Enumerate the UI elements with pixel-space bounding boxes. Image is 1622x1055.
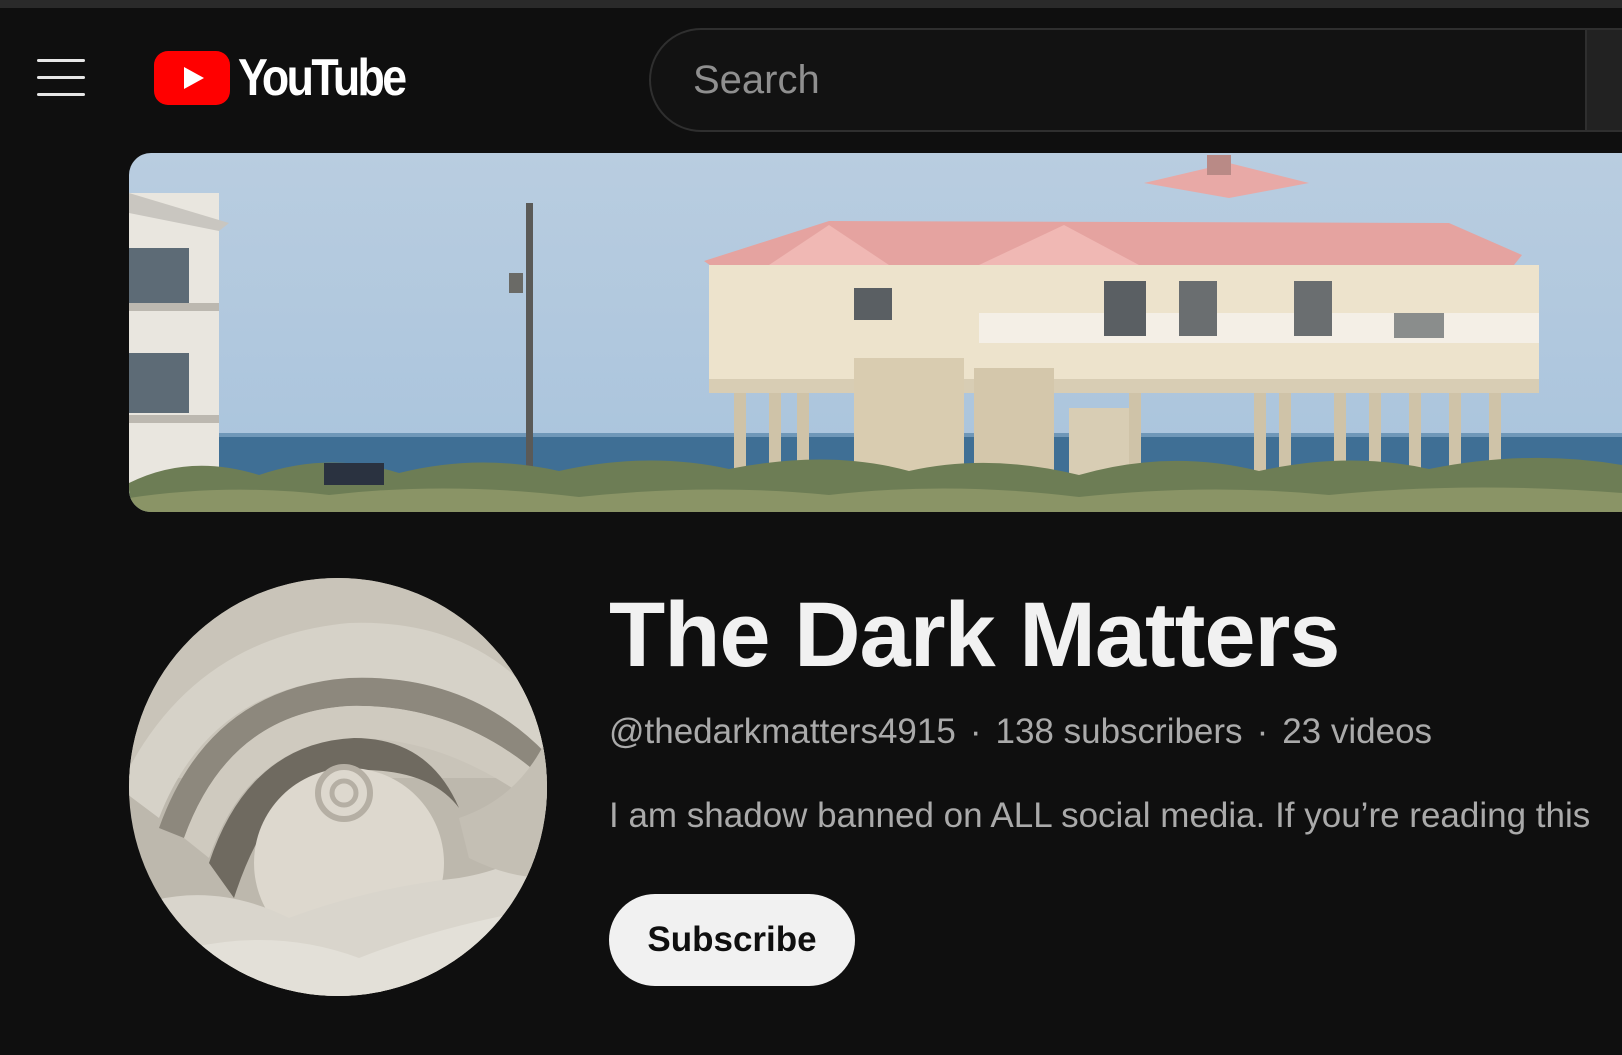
channel-description[interactable]: I am shadow banned on ALL social media. … [609,796,1622,836]
logo-text: YouTube [238,49,407,107]
subscriber-count: 138 subscribers [995,712,1243,751]
youtube-logo[interactable]: YouTube [154,50,432,106]
channel-handle[interactable]: @thedarkmatters4915 [609,712,956,752]
channel-avatar[interactable] [129,578,547,996]
search-input[interactable] [693,30,1513,130]
menu-button[interactable] [30,50,92,106]
search-button[interactable] [1585,28,1622,132]
banner-image [129,153,1622,512]
window-top-strip [0,0,1622,8]
channel-name: The Dark Matters [609,584,1340,686]
meta-separator: · [1256,712,1269,751]
channel-banner[interactable] [129,153,1622,512]
channel-meta: @thedarkmatters4915 · 138 subscribers · … [609,712,1432,752]
hamburger-menu-icon [37,59,85,62]
youtube-play-icon [154,51,230,105]
meta-separator: · [969,712,982,751]
video-count: 23 videos [1282,712,1433,751]
subscribe-button[interactable]: Subscribe [609,894,855,986]
search-box [649,28,1585,132]
avatar-image [129,578,547,996]
